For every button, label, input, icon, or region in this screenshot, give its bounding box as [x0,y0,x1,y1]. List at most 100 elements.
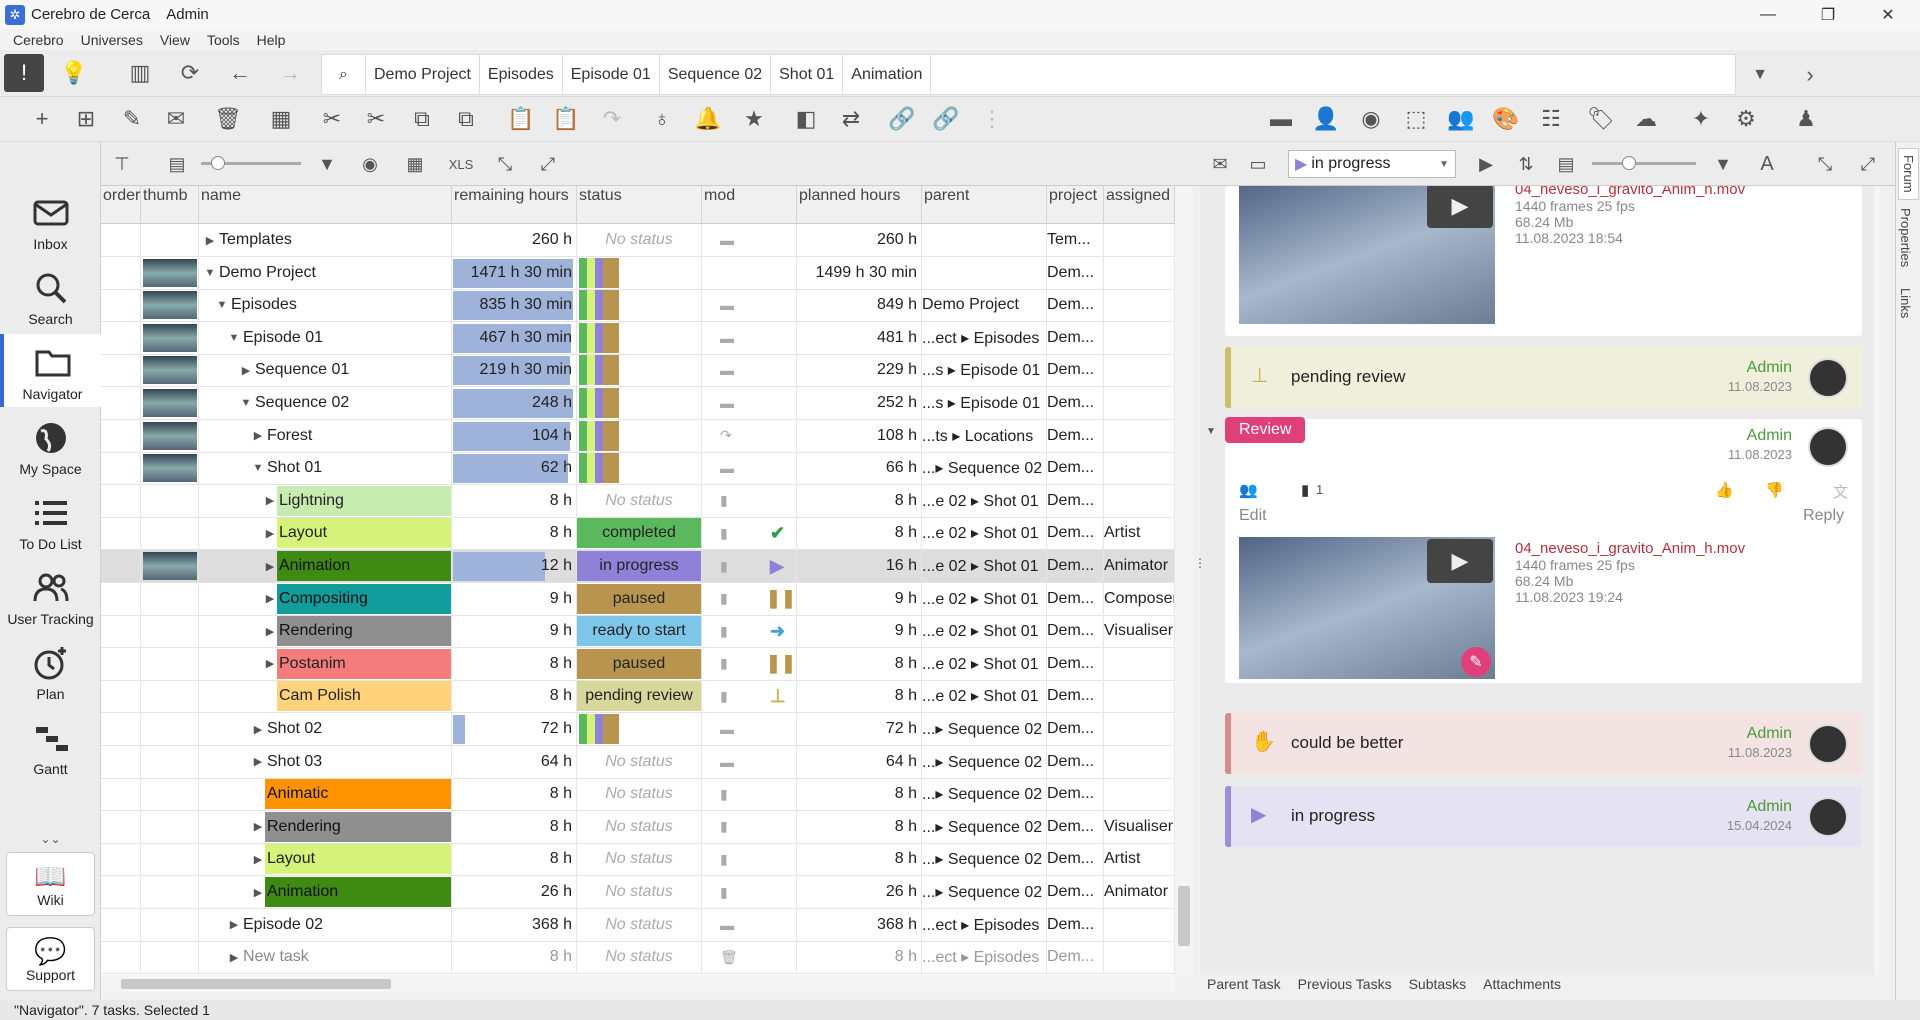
assigned-cell[interactable] [1104,647,1175,680]
parent-cell[interactable]: ...▸ Sequence 02 [922,745,1047,778]
batch-icon[interactable]: ▦ [265,101,297,137]
status-cell[interactable] [577,387,702,419]
task-thumbnail[interactable] [143,291,197,320]
avatar[interactable] [1808,724,1848,764]
breadcrumb-item[interactable]: Episode 01 [563,54,660,95]
collapse-all-icon[interactable]: ⤡ [489,146,521,182]
assigned-cell[interactable] [1104,484,1175,517]
name-cell[interactable]: ▶ Rendering [199,615,452,648]
sidebar-item-search[interactable]: Search [0,259,101,332]
assigned-cell[interactable] [1104,224,1175,256]
forum-size-slider[interactable] [1592,156,1696,170]
sidebar-item-gantt[interactable]: Gantt [0,709,101,782]
name-cell[interactable]: ▶ Compositing [199,582,452,615]
status-cell[interactable]: No status [577,778,702,811]
checklist-icon[interactable]: ☷ [1535,101,1567,137]
name-cell[interactable]: ▶ New task [199,941,452,974]
status-cell[interactable]: paused [577,582,702,615]
column-header-mod[interactable]: mod [702,186,797,224]
expand-all-icon[interactable]: ⤢ [532,146,564,182]
parent-cell[interactable]: ...ect ▸ Episodes [922,941,1047,974]
status-cell[interactable]: pending review [577,680,702,713]
expand-toggle-icon[interactable]: ▶ [251,755,265,768]
dislike-icon[interactable]: 👎 [1765,481,1784,499]
add-icon[interactable]: + [26,101,58,137]
avatar[interactable] [1808,797,1848,837]
expand-all-icon[interactable]: ⤢ [1852,146,1884,182]
tag-icon[interactable]: 🏷 [1585,101,1617,137]
task-thumbnail[interactable] [143,421,197,450]
status-cell[interactable]: in progress [577,550,702,582]
expand-toggle-icon[interactable]: ▶ [263,560,277,573]
expand-toggle-icon[interactable]: ▶ [203,234,217,247]
name-cell[interactable]: ▶ Sequence 01 [199,354,452,387]
group-icon[interactable]: 👥 [1445,101,1477,137]
play-icon[interactable]: ▶ [1427,539,1493,583]
expand-toggle-icon[interactable]: ▼ [215,299,229,311]
task-thumbnail[interactable] [143,454,197,483]
assigned-cell[interactable]: Artist [1104,843,1175,876]
message-icon[interactable]: ✉ [160,101,192,137]
parent-cell[interactable] [922,224,1047,256]
paste-link-icon[interactable]: 📋 [550,101,582,137]
assigned-cell[interactable] [1104,321,1175,354]
palette-icon[interactable]: 🎨 [1490,101,1522,137]
table-row[interactable]: ▶ New task 8 h No status 🗑 8 h ...ect ▸ Epi… [101,941,1175,975]
assigned-cell[interactable] [1104,387,1175,419]
menu-view[interactable]: View [160,32,190,48]
name-cell[interactable]: ▶ Animation [199,550,452,582]
tab-previous-tasks[interactable]: Previous Tasks [1298,976,1392,992]
expand-toggle-icon[interactable]: ▼ [203,267,217,279]
search-icon[interactable]: ⌕ [322,54,366,95]
idea-icon[interactable]: 💡 [56,54,92,92]
parent-cell[interactable]: ...s ▸ Episode 01 [922,387,1047,419]
thumbnail-icon[interactable]: ▤ [161,146,193,182]
assigned-cell[interactable] [1104,680,1175,713]
link-icon[interactable]: 🔗 [886,101,918,137]
hierarchy-icon[interactable]: ⊤ [106,146,138,182]
name-cell[interactable]: ▶ Forest [199,419,452,452]
star-icon[interactable]: ★ [738,101,770,137]
inbox-tray-icon[interactable]: ⬚ [1400,101,1432,137]
grid-vertical-scrollbar[interactable] [1175,186,1193,975]
assigned-cell[interactable]: Animator [1104,876,1175,908]
magic-icon[interactable]: ✦ [1685,101,1717,137]
splitter-handle[interactable]: ⋮ [1194,556,1206,580]
video-thumbnail[interactable]: ▶ [1239,186,1495,324]
expand-toggle-icon[interactable]: ▶ [263,625,277,638]
table-row[interactable]: ▶ Rendering 8 h No status ▮ 8 h ...▸ Sequen… [101,810,1175,844]
assigned-cell[interactable]: Composer [1104,582,1175,615]
task-thumbnail[interactable] [143,258,197,287]
status-cell[interactable] [577,354,702,387]
table-row[interactable]: ▶ Animation 26 h No status ▮ 26 h ...▸ Sequ… [101,876,1175,909]
status-cell[interactable]: No status [577,876,702,908]
tab-forum[interactable]: Forum [1898,148,1919,200]
status-cell[interactable] [577,256,702,289]
file-icon[interactable]: ▮ [1301,481,1309,499]
table-row[interactable]: ▶ Layout 8 h completed ▮ ✔ 8 h ...e 02 ▸ Sho… [101,517,1175,551]
tab-parent-task[interactable]: Parent Task [1207,976,1281,992]
scroll-thumb[interactable] [121,979,391,989]
status-cell[interactable] [577,452,702,485]
support-button[interactable]: 💬 Support [6,927,95,991]
tab-links[interactable]: Links [1898,288,1913,318]
menu-tools[interactable]: Tools [207,32,240,48]
assigned-cell[interactable] [1104,452,1175,485]
expand-toggle-icon[interactable]: ▶ [263,527,277,540]
attachment-filename[interactable]: 04_neveso_i_gravito_Anim_h.mov [1515,541,1745,557]
expand-more-icon[interactable]: ⌄⌄ [0,832,101,846]
slider-handle[interactable] [1622,156,1636,170]
status-badge[interactable]: paused [577,648,701,679]
unlink-icon[interactable]: 🔗 [930,101,962,137]
status-cell[interactable] [577,321,702,354]
copy-icon[interactable]: ⧉ [406,101,438,137]
status-badge[interactable]: paused [577,583,701,614]
chevron-right-icon[interactable]: › [1790,55,1830,95]
sidebar-item-plan[interactable]: Plan [0,634,101,707]
edit-link[interactable]: Edit [1239,507,1267,525]
breadcrumb-item[interactable]: Demo Project [366,54,480,95]
expand-toggle-icon[interactable]: ▶ [227,918,241,931]
minimize-icon[interactable]: — [1740,0,1796,29]
copy-structure-icon[interactable]: ⧉ [450,101,482,137]
assigned-cell[interactable] [1104,778,1175,811]
